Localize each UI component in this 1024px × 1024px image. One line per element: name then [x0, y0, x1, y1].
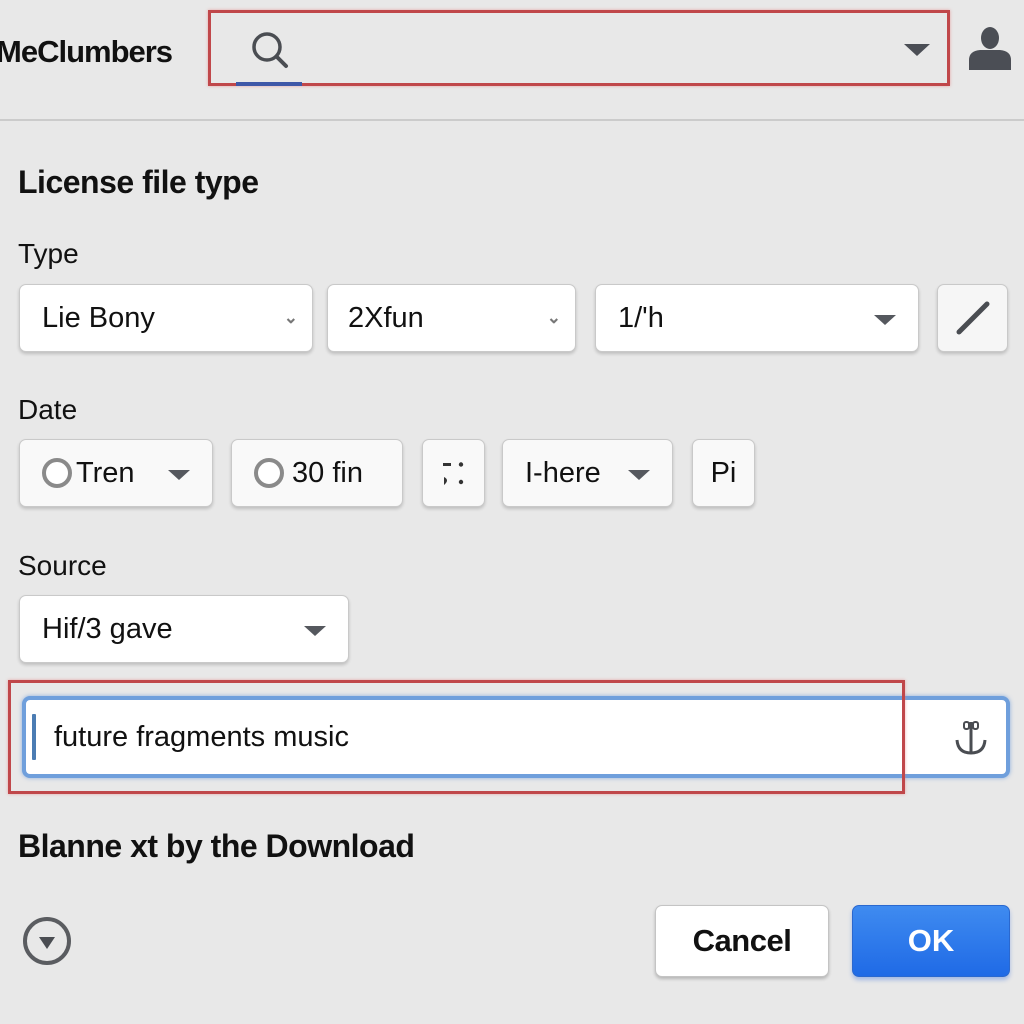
- type-select-3[interactable]: 1/'h: [595, 284, 919, 352]
- caret-down-icon: [304, 626, 326, 636]
- download-subheading: Blanne xt by the Download: [18, 828, 415, 864]
- chevron-down-icon: ⌄: [283, 308, 298, 327]
- source-select-value: Hif/3 gave: [42, 612, 173, 645]
- date-option-tren[interactable]: Tren: [19, 439, 213, 507]
- app-title: MeClumbers: [0, 34, 173, 69]
- date-option-30fin[interactable]: 30 fin: [231, 439, 403, 507]
- section-title: License file type: [18, 164, 259, 200]
- search-tab-indicator: [236, 82, 302, 86]
- date-option-30fin-label: 30 fin: [292, 456, 363, 489]
- date-option-ihere-label: I-here: [525, 456, 601, 489]
- anchor-icon[interactable]: [954, 720, 988, 756]
- edit-button[interactable]: [937, 284, 1008, 352]
- cancel-button[interactable]: Cancel: [655, 905, 829, 977]
- caret-down-icon[interactable]: [904, 44, 930, 56]
- source-select[interactable]: Hif/3 gave: [19, 595, 349, 663]
- type-select-3-value: 1/'h: [618, 301, 664, 334]
- caret-down-icon: [874, 315, 896, 325]
- date-option-ihere[interactable]: I-here: [502, 439, 673, 507]
- caret-down-icon: [628, 470, 650, 480]
- chevron-down-icon: ⌄: [546, 308, 561, 327]
- ok-button[interactable]: OK: [852, 905, 1010, 977]
- type-select-1-value: Lie Bony: [42, 301, 155, 334]
- type-select-2[interactable]: 2Xfun ⌄: [327, 284, 576, 352]
- pencil-icon: [956, 301, 989, 335]
- search-bar[interactable]: [208, 10, 950, 86]
- dots-icon: [442, 462, 463, 485]
- source-label: Source: [18, 550, 107, 581]
- date-option-pi-label: Pi: [710, 456, 737, 489]
- user-icon[interactable]: [966, 24, 1014, 72]
- circle-chevron-down-icon[interactable]: [22, 916, 72, 966]
- header-divider: [0, 119, 1024, 121]
- caret-down-icon: [168, 470, 190, 480]
- date-option-tren-label: Tren: [76, 456, 135, 489]
- type-select-2-value: 2Xfun: [348, 301, 424, 334]
- radio-button[interactable]: [42, 458, 72, 488]
- radio-button[interactable]: [254, 458, 284, 488]
- type-label: Type: [18, 238, 79, 269]
- date-option-pi[interactable]: Pi: [692, 439, 755, 507]
- type-select-1[interactable]: Lie Bony ⌄: [19, 284, 313, 352]
- search-icon[interactable]: [248, 28, 292, 72]
- date-more-button[interactable]: [422, 439, 485, 507]
- date-label: Date: [18, 394, 78, 425]
- highlight-frame: [8, 680, 905, 794]
